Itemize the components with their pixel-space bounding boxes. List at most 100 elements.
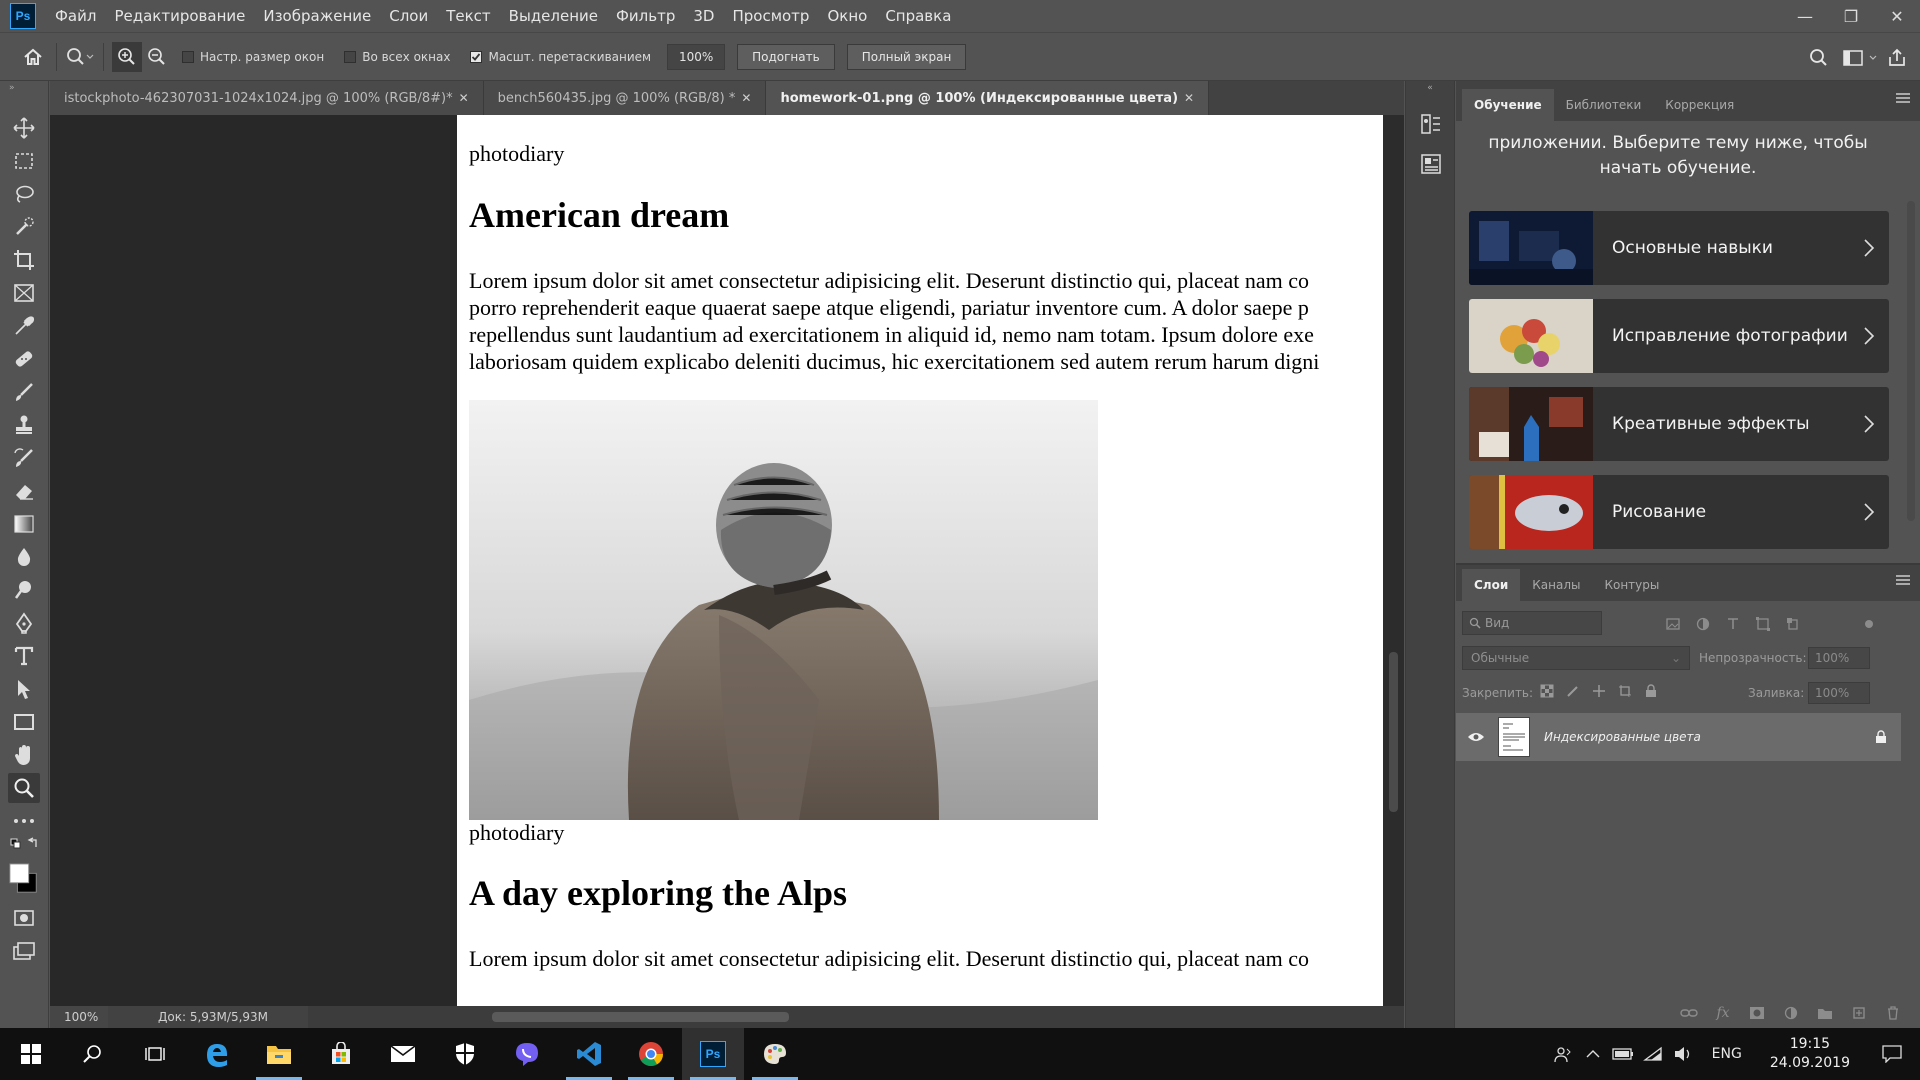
photoshop-logo[interactable]: Ps — [10, 3, 36, 29]
lock-image-pixels-icon[interactable] — [1564, 682, 1582, 700]
eraser-tool-icon[interactable] — [8, 476, 40, 506]
layer-filter-kind[interactable]: Вид — [1462, 611, 1602, 635]
battery-icon[interactable] — [1608, 1028, 1638, 1080]
learn-scroll-thumb[interactable] — [1907, 201, 1915, 521]
vertical-scroll-thumb[interactable] — [1389, 652, 1398, 812]
start-button[interactable] — [0, 1028, 62, 1080]
blur-tool-icon[interactable] — [8, 542, 40, 572]
clone-stamp-tool-icon[interactable] — [8, 410, 40, 440]
zoom-tool-preset-icon[interactable] — [65, 42, 95, 72]
menu-3d[interactable]: 3D — [684, 0, 723, 32]
properties-panel-icon[interactable] — [1418, 151, 1444, 177]
minimize-button[interactable]: — — [1782, 0, 1828, 32]
tab-paths[interactable]: Контуры — [1592, 569, 1671, 601]
fit-screen-button[interactable]: Подогнать — [737, 43, 835, 70]
tab-layers[interactable]: Слои — [1462, 569, 1521, 601]
tab-istockphoto[interactable]: istockphoto-462307031-1024x1024.jpg @ 10… — [50, 81, 484, 115]
menu-help[interactable]: Справка — [876, 0, 960, 32]
tab-learn[interactable]: Обучение — [1462, 89, 1554, 121]
visibility-eye-icon[interactable] — [1456, 731, 1496, 743]
vscode-icon[interactable] — [558, 1028, 620, 1080]
lock-position-icon[interactable] — [1590, 682, 1608, 700]
pen-tool-icon[interactable] — [8, 608, 40, 638]
lock-artboard-icon[interactable] — [1616, 682, 1634, 700]
notifications-icon[interactable] — [1864, 1028, 1920, 1080]
quick-mask-icon[interactable] — [8, 903, 40, 933]
lock-transparent-pixels-icon[interactable] — [1538, 682, 1556, 700]
close-tab-icon[interactable]: ✕ — [1184, 91, 1194, 105]
tab-libraries[interactable]: Библиотеки — [1554, 89, 1654, 121]
layer-row[interactable]: Индексированные цвета — [1456, 713, 1901, 761]
clock[interactable]: 19:15 24.09.2019 — [1756, 1035, 1864, 1073]
blend-mode-select[interactable]: Обычные ⌄ — [1462, 646, 1690, 670]
tab-channels[interactable]: Каналы — [1520, 569, 1592, 601]
filter-toggle-icon[interactable] — [1860, 615, 1878, 633]
menu-edit[interactable]: Редактирование — [105, 0, 254, 32]
horizontal-scrollbar[interactable] — [308, 1006, 1404, 1028]
photoshop-taskbar-icon[interactable]: Ps — [682, 1028, 744, 1080]
menu-layers[interactable]: Слои — [380, 0, 437, 32]
workspace-icon[interactable] — [1840, 43, 1882, 73]
brush-tool-icon[interactable] — [8, 377, 40, 407]
checkbox-box[interactable] — [344, 50, 357, 63]
menu-filter[interactable]: Фильтр — [607, 0, 684, 32]
panel-menu-icon[interactable] — [1896, 93, 1910, 103]
rectangle-tool-icon[interactable] — [8, 707, 40, 737]
add-mask-icon[interactable] — [1740, 1001, 1774, 1025]
new-group-folder-icon[interactable] — [1808, 1001, 1842, 1025]
scrubby-zoom-checkbox[interactable]: Масшт. перетаскиванием — [470, 50, 651, 64]
learn-card-photo-fix[interactable]: Исправление фотографии — [1469, 299, 1889, 373]
layer-style-fx-icon[interactable]: fx — [1706, 1001, 1740, 1025]
learn-panel-scrollbar[interactable] — [1904, 121, 1918, 561]
frame-tool-icon[interactable] — [8, 278, 40, 308]
wifi-icon[interactable] — [1638, 1028, 1668, 1080]
adjustment-layer-icon[interactable] — [1774, 1001, 1808, 1025]
people-icon[interactable] — [1548, 1028, 1578, 1080]
vertical-scrollbar[interactable] — [1383, 115, 1404, 1006]
close-button[interactable]: ✕ — [1874, 0, 1920, 32]
filter-smart-object-icon[interactable] — [1784, 615, 1802, 633]
tab-bench[interactable]: bench560435.jpg @ 100% (RGB/8) * ✕ — [483, 81, 767, 115]
chevron-up-icon[interactable] — [1578, 1028, 1608, 1080]
file-explorer-icon[interactable] — [248, 1028, 310, 1080]
share-icon[interactable] — [1882, 43, 1912, 73]
learn-card-drawing[interactable]: Рисование — [1469, 475, 1889, 549]
store-icon[interactable] — [310, 1028, 372, 1080]
type-tool-icon[interactable] — [8, 641, 40, 671]
hand-tool-icon[interactable] — [8, 740, 40, 770]
zoom-in-icon[interactable] — [112, 41, 142, 72]
quick-selection-tool-icon[interactable] — [8, 212, 40, 242]
volume-icon[interactable] — [1668, 1028, 1698, 1080]
new-layer-icon[interactable] — [1842, 1001, 1876, 1025]
zoom-level[interactable]: 100% — [50, 1010, 108, 1024]
opacity-field[interactable]: 100% — [1808, 647, 1870, 669]
document-canvas[interactable]: photodiary American dream Lorem ipsum do… — [457, 115, 1383, 1006]
menu-file[interactable]: Файл — [46, 0, 105, 32]
close-tab-icon[interactable]: ✕ — [459, 91, 469, 105]
filter-type-icon[interactable] — [1724, 615, 1742, 633]
filter-adjustment-icon[interactable] — [1694, 615, 1712, 633]
defender-shield-icon[interactable] — [434, 1028, 496, 1080]
dodge-tool-icon[interactable] — [8, 575, 40, 605]
learn-card-basics[interactable]: Основные навыки — [1469, 211, 1889, 285]
checkbox-box[interactable] — [182, 50, 194, 63]
menu-type[interactable]: Текст — [437, 0, 499, 32]
menu-image[interactable]: Изображение — [254, 0, 380, 32]
eyedropper-tool-icon[interactable] — [8, 311, 40, 341]
home-icon[interactable] — [18, 42, 48, 72]
tab-adjustments[interactable]: Коррекция — [1653, 89, 1746, 121]
fill-screen-button[interactable]: Полный экран — [846, 43, 967, 70]
edge-browser-icon[interactable] — [186, 1028, 248, 1080]
close-tab-icon[interactable]: ✕ — [741, 91, 751, 105]
screen-mode-icon[interactable] — [8, 936, 40, 966]
fill-field[interactable]: 100% — [1808, 682, 1870, 704]
input-language[interactable]: ENG — [1698, 1046, 1756, 1062]
tab-homework[interactable]: homework-01.png @ 100% (Индексированные … — [766, 81, 1210, 115]
collapse-dock-icon[interactable]: « — [1406, 81, 1454, 95]
zoom-out-icon[interactable] — [142, 42, 172, 72]
menu-view[interactable]: Просмотр — [723, 0, 818, 32]
checkbox-box-checked[interactable] — [470, 50, 483, 63]
history-panel-icon[interactable] — [1418, 111, 1444, 137]
filter-shape-icon[interactable] — [1754, 615, 1772, 633]
search-icon[interactable] — [1804, 43, 1834, 73]
